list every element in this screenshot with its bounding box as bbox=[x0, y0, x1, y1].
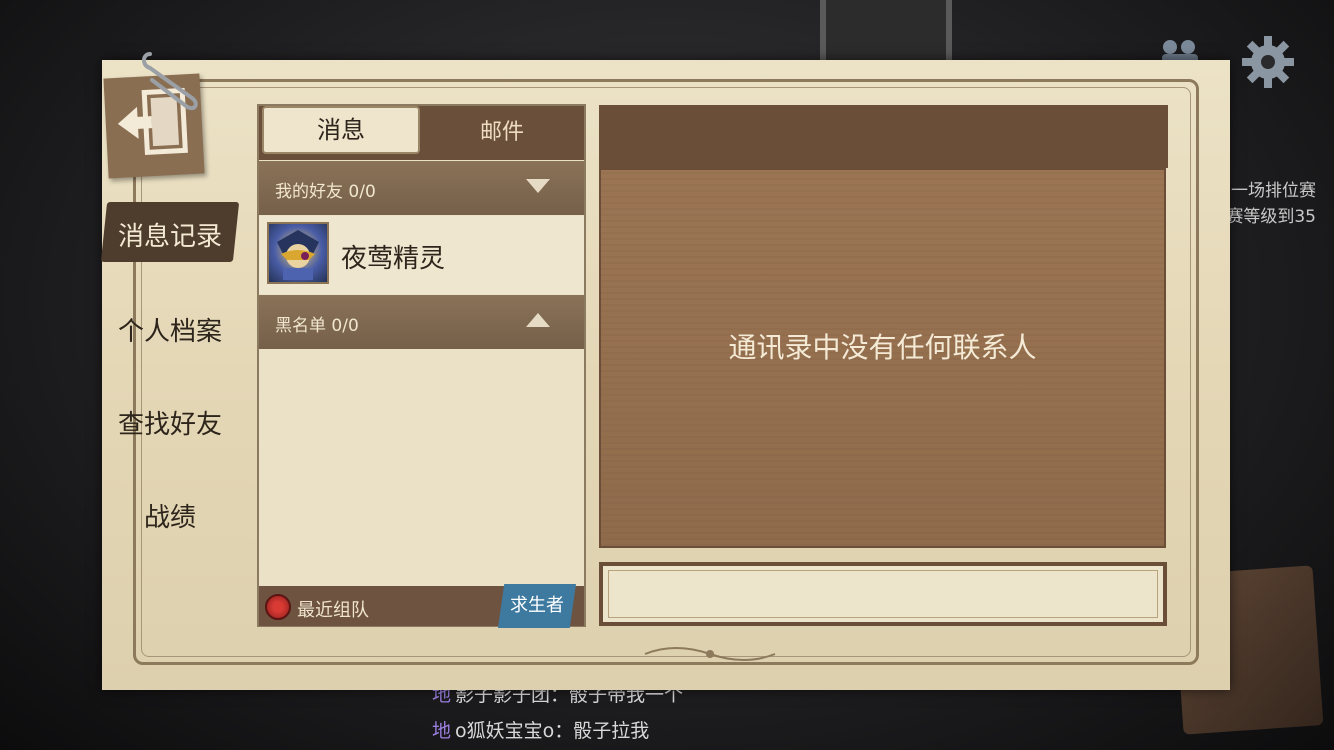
blacklist-group-label: 黑名单 0/0 bbox=[275, 316, 359, 336]
chat-tag: 地 bbox=[432, 720, 452, 742]
chat-line: 地 o狐妖宝宝o：骰子拉我 bbox=[432, 716, 649, 743]
friends-group-header[interactable]: 我的好友 0/0 bbox=[259, 161, 584, 215]
nav-item-message-records[interactable]: 消息记录 bbox=[106, 216, 234, 253]
friend-name: 夜莺精灵 bbox=[341, 244, 446, 274]
nav-item-profile[interactable]: 个人档案 bbox=[106, 311, 234, 348]
survivor-button[interactable]: 求生者 bbox=[498, 584, 576, 628]
background-text: 赛等级到35 bbox=[1226, 207, 1316, 227]
tab-mail[interactable]: 邮件 bbox=[424, 110, 580, 156]
nav-item-record[interactable]: 战绩 bbox=[106, 497, 234, 534]
nav-item-find-friends[interactable]: 查找好友 bbox=[106, 404, 234, 441]
paper-clip-icon bbox=[142, 52, 198, 111]
character-avatar-icon bbox=[277, 230, 319, 280]
empty-message: 通讯录中没有任何联系人 bbox=[728, 331, 1037, 364]
recent-team-label: 最近组队 bbox=[297, 600, 369, 621]
tab-messages[interactable]: 消息 bbox=[262, 106, 420, 154]
friend-item[interactable]: 夜莺精灵 bbox=[259, 216, 584, 294]
message-input-inner bbox=[608, 570, 1158, 618]
settings-gear-icon[interactable] bbox=[1240, 34, 1296, 90]
background-frame bbox=[820, 0, 952, 68]
avatar bbox=[267, 222, 329, 284]
chat-text: o狐妖宝宝o：骰子拉我 bbox=[455, 720, 650, 742]
ornament-icon bbox=[644, 647, 776, 661]
content-header bbox=[599, 105, 1168, 168]
chevron-up-icon bbox=[526, 313, 550, 327]
chevron-down-icon bbox=[526, 179, 550, 193]
background-text: 一场排位赛 bbox=[1231, 181, 1316, 201]
friends-group-label: 我的好友 0/0 bbox=[275, 182, 376, 202]
recent-team-icon bbox=[265, 594, 291, 620]
blacklist-group-header[interactable]: 黑名单 0/0 bbox=[259, 295, 584, 349]
